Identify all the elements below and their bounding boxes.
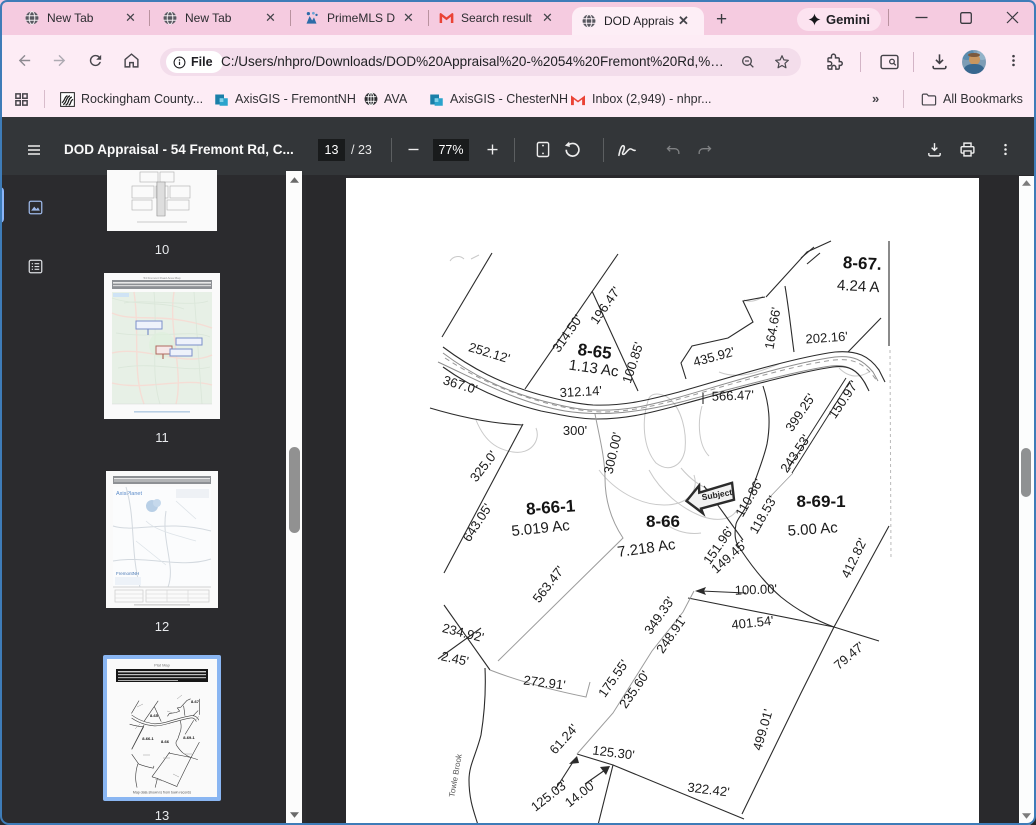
svg-text:4.24 A: 4.24 A [837, 277, 880, 296]
svg-text:54 Fremont Road Area Map: 54 Fremont Road Area Map [143, 276, 180, 280]
svg-text:8-67.: 8-67. [842, 253, 882, 274]
svg-text:Plat Map: Plat Map [154, 663, 171, 668]
svg-text:401.54': 401.54' [731, 613, 775, 632]
svg-text:14.00': 14.00' [562, 777, 599, 810]
svg-text:Map data shown is from town re: Map data shown is from town records [133, 791, 191, 795]
svg-text:8-69-1: 8-69-1 [183, 735, 195, 740]
svg-text:8-66: 8-66 [646, 512, 680, 531]
svg-text:8-66-1: 8-66-1 [142, 736, 154, 741]
svg-text:300.00': 300.00' [601, 431, 625, 476]
svg-text:2.45': 2.45' [440, 648, 470, 668]
svg-text:563.47': 563.47' [530, 563, 568, 606]
svg-text:312.14': 312.14' [559, 383, 602, 400]
svg-text:100.00': 100.00' [734, 581, 777, 597]
svg-text:1.13 Ac: 1.13 Ac [568, 357, 620, 381]
svg-text:8-67: 8-67 [191, 699, 200, 704]
svg-text:435.92': 435.92' [691, 344, 736, 369]
svg-text:125.30': 125.30' [592, 743, 636, 763]
svg-text:300': 300' [563, 423, 587, 438]
svg-text:367.0': 367.0' [441, 372, 479, 397]
svg-text:150.97': 150.97' [825, 378, 861, 421]
svg-text:643.05': 643.05' [459, 501, 495, 545]
svg-text:322.42': 322.42' [687, 780, 731, 800]
svg-text:5.00 Ac: 5.00 Ac [787, 519, 839, 539]
svg-text:8-65: 8-65 [150, 713, 159, 718]
svg-text:8-69-1: 8-69-1 [796, 492, 845, 511]
svg-text:325.0': 325.0' [467, 448, 500, 485]
svg-text:566.47': 566.47' [711, 387, 754, 403]
svg-text:5.019 Ac: 5.019 Ac [511, 517, 571, 540]
svg-text:412.82': 412.82' [838, 536, 870, 581]
svg-text:272.91': 272.91' [523, 673, 567, 693]
svg-text:252.12': 252.12' [467, 339, 512, 366]
svg-text:FremontNH: FremontNH [116, 571, 139, 576]
svg-text:AxisPlanet: AxisPlanet [116, 491, 142, 497]
svg-text:79.47': 79.47' [831, 639, 867, 673]
svg-text:7.218 Ac: 7.218 Ac [616, 536, 677, 561]
svg-text:61.24': 61.24' [546, 721, 581, 757]
svg-text:164.66': 164.66' [762, 306, 784, 350]
svg-text:8-66: 8-66 [161, 739, 170, 744]
svg-text:202.16': 202.16' [805, 329, 848, 347]
svg-text:499.01': 499.01' [750, 707, 776, 752]
svg-text:8-66-1: 8-66-1 [525, 496, 575, 518]
svg-text:100.85': 100.85' [619, 340, 646, 385]
svg-text:399.25': 399.25' [782, 391, 818, 434]
svg-text:Towle Brook: Towle Brook [447, 752, 464, 797]
